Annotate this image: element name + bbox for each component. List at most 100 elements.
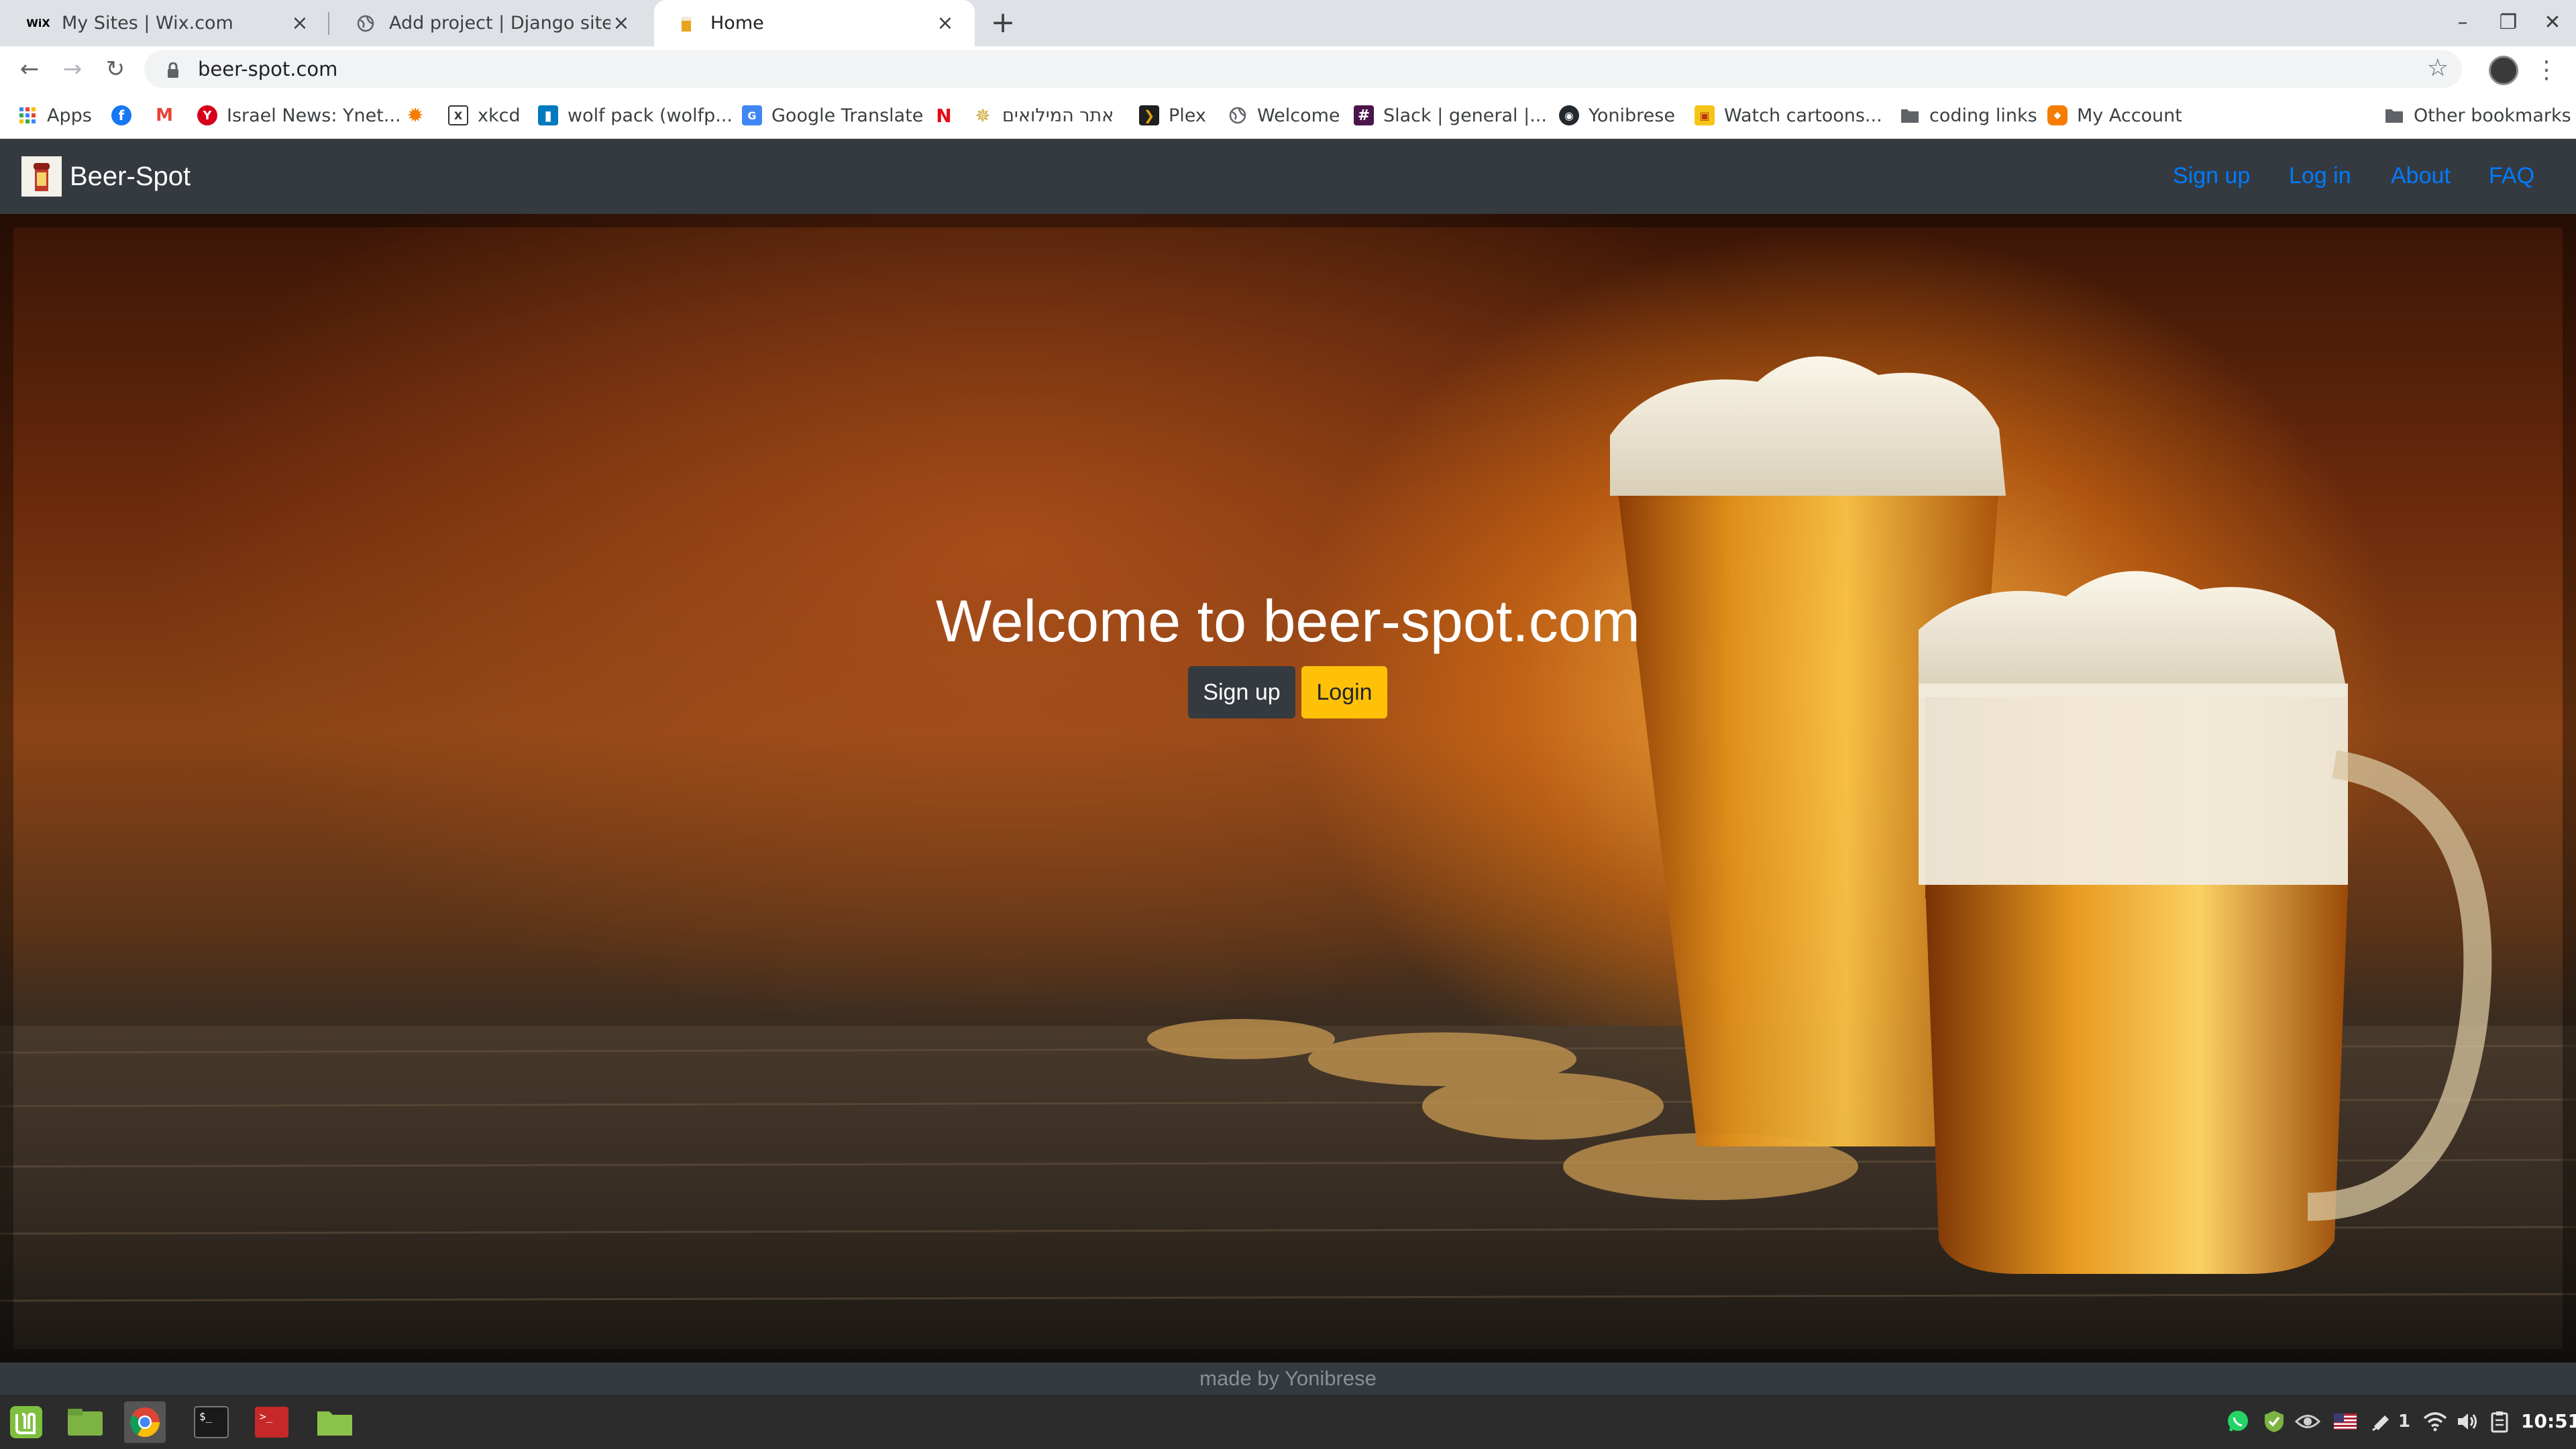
tab-title: My Sites | Wix.com: [62, 13, 233, 34]
bookmark-label: wolf pack (wolfp...: [568, 105, 733, 126]
site-footer: made by Yonibrese: [0, 1362, 2576, 1395]
nvidia-icon[interactable]: [2294, 1408, 2321, 1435]
whatsapp-icon[interactable]: [2224, 1408, 2251, 1435]
bookmark-label: אתר המילואים: [1002, 105, 1114, 126]
bookmark-label: My Account: [2077, 105, 2182, 126]
wix-icon: WiX: [26, 17, 50, 30]
tab-django-admin[interactable]: Add project | Django site admin ×: [333, 0, 651, 46]
bookmark-coding-links[interactable]: coding links: [1900, 92, 2037, 139]
bookmark-slack[interactable]: # Slack | general |...: [1354, 92, 1547, 139]
ynet-icon: Y: [197, 105, 217, 125]
profile-avatar-icon[interactable]: [2489, 56, 2518, 85]
apps-grid-icon: [17, 105, 38, 125]
bookmark-sun[interactable]: ✹: [405, 92, 435, 139]
restore-icon[interactable]: ❐: [2491, 8, 2525, 38]
bookmark-wolf-pack[interactable]: ▮ wolf pack (wolfp...: [538, 92, 733, 139]
close-tab-icon[interactable]: ×: [610, 11, 632, 35]
bookmark-label: Slack | general |...: [1383, 105, 1547, 126]
cartoon-icon: ▣: [1695, 105, 1715, 125]
notification-count: 1: [2398, 1411, 2411, 1432]
ssh-client-icon[interactable]: >_: [251, 1401, 292, 1443]
os-taskbar: $_ >_ 1 10:51: [0, 1395, 2576, 1449]
hero-signup-button[interactable]: Sign up: [1188, 666, 1295, 718]
hero-section: Welcome to beer-spot.com Sign up Login: [0, 214, 2576, 1362]
bookmark-other[interactable]: Other bookmarks: [2384, 92, 2571, 139]
nav-about-link[interactable]: About: [2391, 159, 2451, 193]
xkcd-icon: X: [448, 105, 468, 125]
bookmark-my-account[interactable]: ◆ My Account: [2047, 92, 2182, 139]
forward-icon[interactable]: →: [56, 53, 89, 85]
slack-icon: #: [1354, 105, 1374, 125]
address-bar[interactable]: beer-spot.com ☆: [144, 50, 2462, 88]
close-tab-icon[interactable]: ×: [289, 11, 311, 35]
sun-icon: ✹: [407, 103, 424, 127]
url-text: beer-spot.com: [198, 58, 338, 80]
reload-icon[interactable]: ↻: [99, 53, 131, 85]
bookmark-facebook[interactable]: f: [111, 92, 141, 139]
chrome-taskbar-icon[interactable]: [124, 1401, 166, 1443]
bookmark-label: Watch cartoons...: [1724, 105, 1882, 126]
folder-icon: [1900, 105, 1920, 125]
browser-tab-strip: WiX My Sites | Wix.com × Add project | D…: [0, 0, 2576, 46]
bookmark-label: coding links: [1929, 105, 2037, 126]
minimize-icon[interactable]: –: [2446, 8, 2479, 38]
svg-text:$_: $_: [199, 1410, 213, 1423]
bookmark-star-icon[interactable]: ☆: [2427, 54, 2449, 82]
bookmark-label: Yonibrese: [1589, 105, 1675, 126]
brand-link[interactable]: Beer-Spot: [21, 156, 191, 197]
files-folder-icon[interactable]: [314, 1401, 356, 1443]
bookmark-label: Apps: [47, 105, 92, 126]
mint-menu-icon[interactable]: [5, 1401, 47, 1443]
gmail-icon: M: [156, 105, 173, 125]
volume-icon[interactable]: [2454, 1408, 2481, 1435]
show-desktop-icon[interactable]: [64, 1401, 106, 1443]
google-translate-icon: G: [742, 105, 762, 125]
beer-icon: [677, 13, 697, 34]
new-tab-button[interactable]: +: [986, 8, 1020, 38]
clock[interactable]: 10:51: [2521, 1408, 2576, 1435]
bookmark-welcome[interactable]: Welcome: [1228, 92, 1340, 139]
back-icon[interactable]: ←: [13, 53, 46, 85]
hero-login-button[interactable]: Login: [1301, 666, 1387, 718]
plex-icon: ❯: [1139, 105, 1159, 125]
bookmark-gmail[interactable]: M: [154, 92, 184, 139]
clipboard-icon[interactable]: [2486, 1408, 2513, 1435]
browser-toolbar: ← → ↻ beer-spot.com ☆: [0, 46, 2576, 92]
bookmark-miluim[interactable]: ✵ אתר המילואים: [973, 92, 1114, 139]
bookmark-xkcd[interactable]: X xkcd: [448, 92, 521, 139]
bookmark-label: Plex: [1169, 105, 1206, 126]
beer-logo-icon: [21, 156, 62, 197]
tab-separator: [328, 12, 329, 35]
globe-icon: [1228, 105, 1248, 125]
bookmark-plex[interactable]: ❯ Plex: [1139, 92, 1206, 139]
us-flag-icon[interactable]: [2332, 1408, 2359, 1435]
beer-background-image: [0, 214, 2576, 1362]
nav-login-link[interactable]: Log in: [2289, 159, 2351, 193]
shield-check-icon[interactable]: [2261, 1408, 2288, 1435]
bookmark-netflix[interactable]: N: [934, 92, 963, 139]
badge-icon: ✵: [975, 104, 991, 127]
tab-home[interactable]: Home ×: [654, 0, 975, 46]
hero-heading: Welcome to beer-spot.com: [936, 588, 1640, 654]
github-icon: ◉: [1559, 105, 1579, 125]
lock-icon: [164, 60, 182, 78]
netflix-icon: N: [936, 104, 952, 127]
nav-signup-link[interactable]: Sign up: [2173, 159, 2250, 193]
terminal-icon[interactable]: $_: [191, 1401, 232, 1443]
box-icon: ◆: [2047, 105, 2068, 125]
close-window-icon[interactable]: ✕: [2536, 8, 2569, 38]
browser-menu-icon[interactable]: ⋮: [2533, 54, 2560, 87]
bookmark-google-translate[interactable]: G Google Translate: [742, 92, 923, 139]
bookmark-ynet[interactable]: Y Israel News: Ynet...: [197, 92, 401, 139]
wifi-icon[interactable]: [2422, 1408, 2449, 1435]
nav-faq-link[interactable]: FAQ: [2489, 159, 2534, 193]
bookmarks-bar: Apps f M Y Israel News: Ynet... ✹ X xkcd…: [0, 92, 2576, 139]
tab-title: Add project | Django site admin: [389, 13, 610, 34]
bookmark-label: Other bookmarks: [2414, 105, 2571, 126]
bookmark-github[interactable]: ◉ Yonibrese: [1559, 92, 1675, 139]
bookmark-label: Israel News: Ynet...: [227, 105, 401, 126]
bookmark-apps[interactable]: Apps: [17, 92, 92, 139]
close-tab-icon[interactable]: ×: [934, 11, 956, 35]
tab-wix[interactable]: WiX My Sites | Wix.com ×: [5, 0, 329, 46]
bookmark-cartoons[interactable]: ▣ Watch cartoons...: [1695, 92, 1882, 139]
